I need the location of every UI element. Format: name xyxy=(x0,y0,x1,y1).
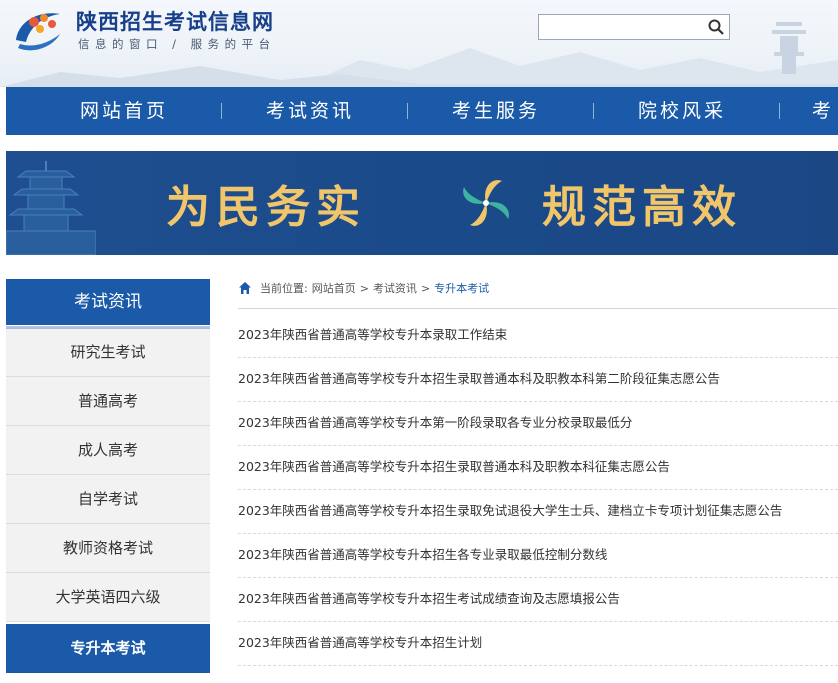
nav-item-college-showcase[interactable]: 院校风采 xyxy=(592,87,772,135)
nav-item-home[interactable]: 网站首页 xyxy=(34,87,214,135)
nav-item-truncated[interactable]: 考 xyxy=(812,87,838,135)
pagoda-decoration xyxy=(6,161,96,255)
article-link[interactable]: 2023年陕西省普通高等学校专升本招生考试成绩查询及志愿填报公告 xyxy=(238,578,838,622)
nav-item-exam-news[interactable]: 考试资讯 xyxy=(220,87,400,135)
logo-emblem[interactable] xyxy=(8,4,70,54)
sidebar-item-gaokao[interactable]: 普通高考 xyxy=(6,377,210,426)
article-link[interactable]: 2023年陕西省普通高等学校专升本招生录取普通本科及职教本科第二阶段征集志愿公告 xyxy=(238,358,838,402)
sidebar-item-self-study-exam[interactable]: 自学考试 xyxy=(6,475,210,524)
search-box xyxy=(538,14,730,40)
site-slogan: 信息的窗口 / 服务的平台 xyxy=(78,37,276,51)
sidebar-item-teacher-qualification[interactable]: 教师资格考试 xyxy=(6,524,210,573)
banner-slogan-right: 规范高效 xyxy=(542,182,742,233)
sidebar-item-upgrade-exam[interactable]: 专升本考试 xyxy=(6,624,210,673)
article-link[interactable]: 2023年陕西省普通高等学校专升本招生各专业录取最低控制分数线 xyxy=(238,534,838,578)
breadcrumb-divider xyxy=(238,308,838,309)
article-link[interactable]: 2023年陕西省普通高等学校专升本录取工作结束 xyxy=(238,314,838,358)
sidebar: 考试资讯 研究生考试 普通高考 成人高考 自学考试 教师资格考试 大学英语四六级… xyxy=(6,279,210,673)
main-nav: 网站首页 考试资讯 考生服务 院校风采 考 xyxy=(6,87,838,135)
nav-divider xyxy=(779,103,780,119)
article-link[interactable]: 2023年陕西省普通高等学校专升本招生计划 xyxy=(238,622,838,666)
breadcrumb-exam-news[interactable]: 考试资讯 xyxy=(373,280,417,296)
breadcrumb: 当前位置: 网站首页 > 考试资讯 > 专升本考试 xyxy=(238,278,489,298)
banner-slogan-left: 为民务实 xyxy=(166,182,366,233)
nav-item-student-services[interactable]: 考生服务 xyxy=(406,87,586,135)
search-icon[interactable] xyxy=(707,18,725,36)
sidebar-item-cet[interactable]: 大学英语四六级 xyxy=(6,573,210,622)
article-link[interactable]: 2023年陕西省普通高等学校专升本招生录取免试退役大学生士兵、建档立卡专项计划征… xyxy=(238,490,838,534)
sidebar-item-graduate-exam[interactable]: 研究生考试 xyxy=(6,328,210,377)
breadcrumb-prefix: 当前位置: xyxy=(260,282,308,295)
sidebar-item-adult-exam[interactable]: 成人高考 xyxy=(6,426,210,475)
site-header: 陕西招生考试信息网 信息的窗口 / 服务的平台 xyxy=(0,0,838,87)
breadcrumb-separator: > xyxy=(420,281,431,295)
site-title[interactable]: 陕西招生考试信息网 xyxy=(76,6,274,36)
search-input[interactable] xyxy=(539,15,705,39)
home-icon xyxy=(239,282,251,294)
sidebar-list: 研究生考试 普通高考 成人高考 自学考试 教师资格考试 大学英语四六级 专升本考… xyxy=(6,328,210,673)
sidebar-heading: 考试资讯 xyxy=(6,279,210,329)
article-link[interactable]: 2023年陕西省普通高等学校专升本第一阶段录取各专业分校录取最低分 xyxy=(238,402,838,446)
breadcrumb-current[interactable]: 专升本考试 xyxy=(434,280,489,296)
article-list: 2023年陕西省普通高等学校专升本录取工作结束 2023年陕西省普通高等学校专升… xyxy=(238,314,838,666)
breadcrumb-home[interactable]: 网站首页 xyxy=(312,280,356,296)
banner: 为民务实 规范高效 xyxy=(6,151,838,255)
article-link[interactable]: 2023年陕西省普通高等学校专升本招生录取普通本科及职教本科征集志愿公告 xyxy=(238,446,838,490)
breadcrumb-separator: > xyxy=(359,281,369,295)
pinwheel-emblem-icon xyxy=(463,180,509,226)
